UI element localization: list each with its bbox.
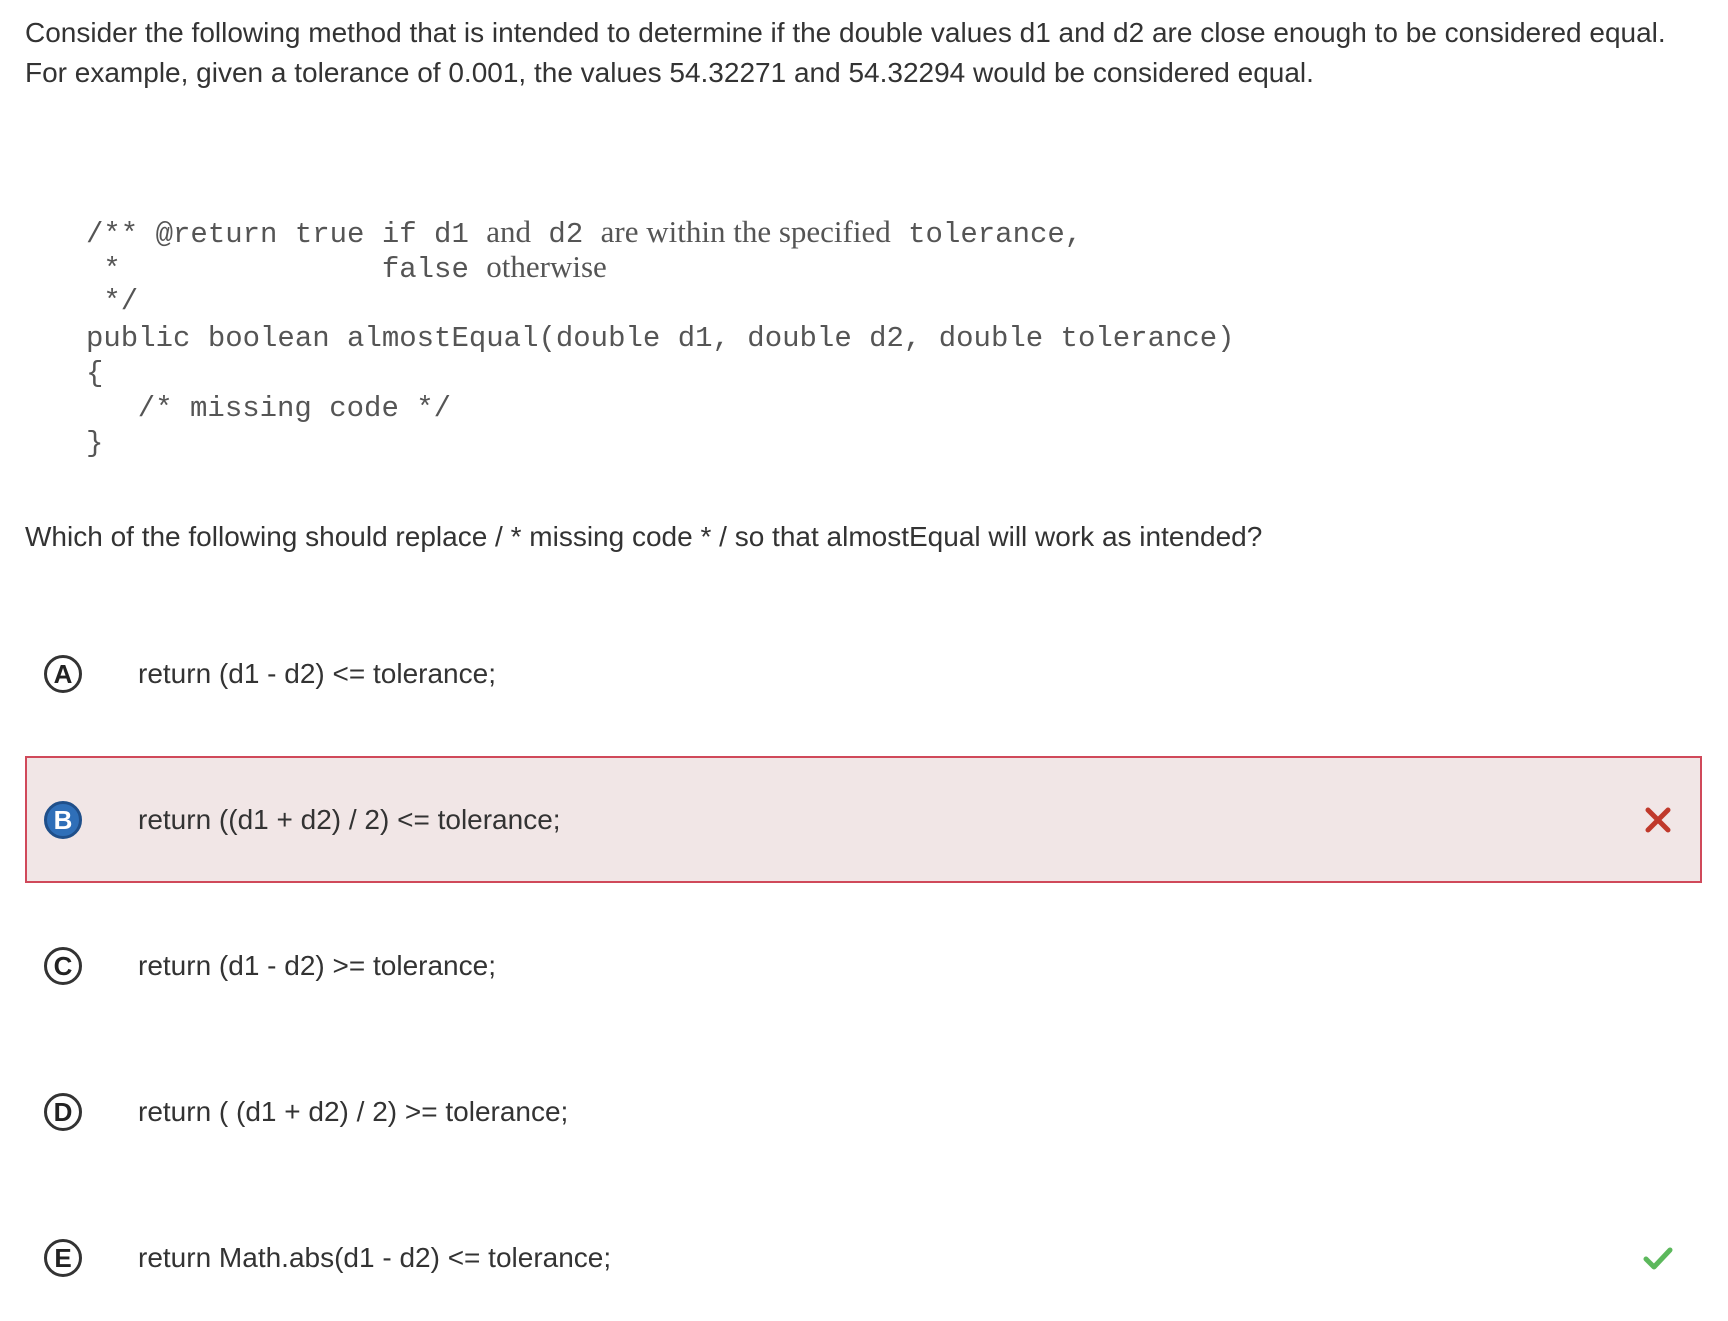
choice-d[interactable]: D return ( (d1 + d2) / 2) >= tolerance;: [25, 1048, 1702, 1175]
choice-text-d: return ( (d1 + d2) / 2) >= tolerance;: [138, 1095, 569, 1127]
code-line-javadoc-1: /** @return true if d1 and d2 are within…: [86, 214, 1083, 252]
code-line-javadoc-2: * false otherwise: [86, 249, 607, 287]
choice-letter-d: D: [44, 1092, 82, 1131]
choice-letter-a: A: [44, 654, 82, 693]
check-mark-icon: [1642, 1242, 1674, 1274]
choice-text-b: return ((d1 + d2) / 2) <= tolerance;: [138, 803, 561, 835]
code-line-open-brace: {: [86, 357, 104, 390]
choice-text-a: return (d1 - d2) <= tolerance;: [138, 657, 496, 689]
choice-e[interactable]: E return Math.abs(d1 - d2) <= tolerance;: [25, 1194, 1702, 1321]
choice-a[interactable]: A return (d1 - d2) <= tolerance;: [25, 610, 1702, 737]
question-stem: Consider the following method that is in…: [25, 13, 1715, 93]
code-line-signature: public boolean almostEqual(double d1, do…: [86, 322, 1235, 355]
choice-text-c: return (d1 - d2) >= tolerance;: [138, 949, 496, 981]
choice-letter-b: B: [44, 800, 82, 839]
choice-letter-e: E: [44, 1238, 82, 1277]
code-figure: /** @return true if d1 and d2 are within…: [86, 215, 1416, 475]
choice-c[interactable]: C return (d1 - d2) >= tolerance;: [25, 902, 1702, 1029]
choice-letter-c: C: [44, 946, 82, 985]
code-line-close-brace: }: [86, 427, 104, 460]
code-line-missing-code: /* missing code */: [103, 392, 452, 425]
x-mark-icon: [1642, 804, 1674, 836]
stem-line-1: Consider the following method that is in…: [25, 17, 1666, 48]
stem-line-2: For example, given a tolerance of 0.001,…: [25, 57, 1314, 88]
question-prompt: Which of the following should replace / …: [25, 521, 1263, 552]
choice-b[interactable]: B return ((d1 + d2) / 2) <= tolerance;: [25, 756, 1702, 883]
choice-text-e: return Math.abs(d1 - d2) <= tolerance;: [138, 1241, 612, 1273]
code-line-javadoc-3: */: [86, 285, 139, 318]
